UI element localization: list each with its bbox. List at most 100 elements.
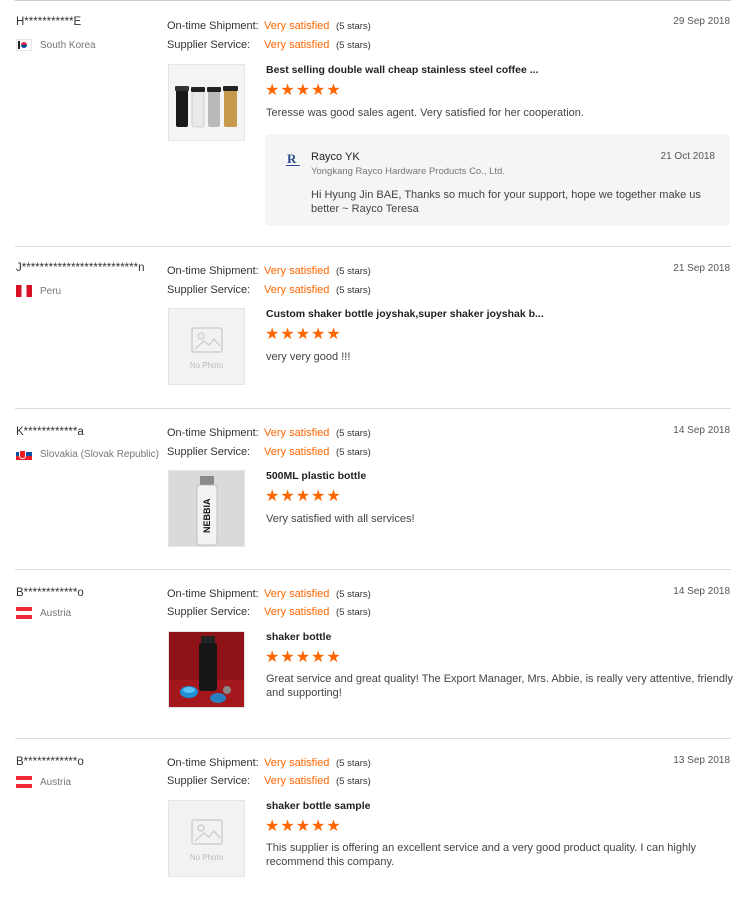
supplier-stars: (5 stars) (336, 446, 371, 458)
supplier-label: Supplier Service: (167, 284, 251, 296)
ontime-stars: (5 stars) (336, 588, 371, 600)
star-icon: ★ (265, 326, 280, 343)
review-item: J**************************n Peru On-tim… (15, 247, 731, 409)
supplier-service-rating: Supplier Service: Very satisfied (5 star… (167, 774, 371, 788)
review-item: K************a Slovakia (Slovak Republic… (15, 409, 731, 570)
review-date: 13 Sep 2018 (673, 755, 730, 766)
star-icon: ★ (265, 488, 280, 505)
star-icon: ★ (265, 818, 280, 835)
ontime-value: Very satisfied (264, 588, 330, 600)
review-rating-stars: ★ ★ ★ ★ ★ (265, 650, 341, 666)
ontime-label: On-time Shipment: (167, 757, 259, 769)
supplier-reply: R Rayco YK Yongkang Rayco Hardware Produ… (265, 134, 730, 226)
ontime-value: Very satisfied (264, 20, 330, 32)
supplier-label: Supplier Service: (167, 446, 251, 458)
review-rating-stars: ★ ★ ★ ★ ★ (265, 327, 341, 343)
supplier-stars: (5 stars) (336, 775, 371, 787)
product-title-link[interactable]: shaker bottle sample (266, 800, 370, 812)
no-photo-placeholder: No Photo (169, 309, 244, 384)
reply-company: Yongkang Rayco Hardware Products Co., Lt… (311, 166, 505, 177)
star-icon: ★ (311, 649, 326, 666)
supplier-stars: (5 stars) (336, 39, 371, 51)
star-icon: ★ (295, 649, 311, 666)
no-photo-label: No Photo (189, 853, 224, 862)
shaker-bottle-image (169, 632, 244, 707)
supplier-service-rating: Supplier Service: Very satisfied (5 star… (167, 445, 371, 459)
review-item: B************o Austria On-time Shipment:… (15, 570, 733, 739)
plastic-bottle-image: NEBBIA (169, 471, 244, 546)
star-icon: ★ (311, 818, 326, 835)
buyer-country: Peru (16, 284, 61, 298)
country-label: South Korea (40, 39, 96, 51)
product-title-link[interactable]: 500ML plastic bottle (266, 470, 366, 482)
product-thumbnail[interactable]: NEBBIA (168, 470, 245, 547)
ontime-stars: (5 stars) (336, 757, 371, 769)
star-icon: ★ (311, 82, 326, 99)
supplier-stars: (5 stars) (336, 284, 371, 296)
star-icon: ★ (265, 649, 280, 666)
supplier-service-rating: Supplier Service: Very satisfied (5 star… (167, 283, 371, 297)
image-placeholder-icon (191, 819, 223, 845)
buyer-country: Austria (16, 775, 71, 789)
star-icon: ★ (280, 326, 295, 343)
tumblers-image (169, 65, 244, 140)
ontime-shipment-rating: On-time Shipment: Very satisfied (5 star… (167, 264, 371, 278)
ontime-value: Very satisfied (264, 427, 330, 439)
ontime-label: On-time Shipment: (167, 588, 259, 600)
supplier-stars: (5 stars) (336, 606, 371, 618)
star-icon: ★ (326, 488, 341, 505)
review-comment: very very good !!! (266, 351, 351, 363)
buyer-country: Slovakia (Slovak Republic) (16, 447, 159, 461)
review-comment: Teresse was good sales agent. Very satis… (266, 107, 584, 119)
star-icon: ★ (280, 82, 295, 99)
supplier-service-rating: Supplier Service: Very satisfied (5 star… (167, 38, 371, 52)
ontime-shipment-rating: On-time Shipment: Very satisfied (5 star… (167, 426, 371, 440)
reply-author: Rayco YK (311, 151, 360, 163)
buyer-name: K************a (16, 426, 84, 438)
star-icon: ★ (265, 82, 280, 99)
review-rating-stars: ★ ★ ★ ★ ★ (265, 83, 341, 99)
product-title-link[interactable]: Best selling double wall cheap stainless… (266, 64, 539, 76)
review-date: 29 Sep 2018 (673, 16, 730, 27)
ontime-value: Very satisfied (264, 757, 330, 769)
product-thumbnail[interactable]: No Photo (168, 800, 245, 877)
ontime-label: On-time Shipment: (167, 20, 259, 32)
supplier-value: Very satisfied (264, 284, 330, 296)
review-comment: Very satisfied with all services! (266, 513, 415, 525)
image-placeholder-icon (191, 327, 223, 353)
supplier-service-rating: Supplier Service: Very satisfied (5 star… (167, 605, 371, 619)
review-comment: Great service and great quality! The Exp… (266, 673, 733, 699)
star-icon: ★ (311, 488, 326, 505)
reply-date: 21 Oct 2018 (660, 151, 715, 162)
svg-text:R: R (287, 151, 297, 166)
review-date: 14 Sep 2018 (673, 425, 730, 436)
ontime-stars: (5 stars) (336, 427, 371, 439)
supplier-label: Supplier Service: (167, 39, 251, 51)
star-icon: ★ (326, 82, 341, 99)
slovakia-flag-icon (16, 448, 32, 460)
product-title-link[interactable]: Custom shaker bottle joyshak,super shake… (266, 308, 544, 320)
review-rating-stars: ★ ★ ★ ★ ★ (265, 489, 341, 505)
country-label: Peru (40, 285, 62, 297)
star-icon: ★ (326, 649, 341, 666)
peru-flag-icon (16, 285, 32, 297)
supplier-value: Very satisfied (264, 446, 330, 458)
star-icon: ★ (295, 326, 311, 343)
star-icon: ★ (295, 818, 311, 835)
product-title-link[interactable]: shaker bottle (266, 631, 331, 643)
no-photo-label: No Photo (189, 361, 224, 370)
product-thumbnail[interactable]: No Photo (168, 308, 245, 385)
star-icon: ★ (326, 818, 341, 835)
star-icon: ★ (311, 326, 326, 343)
review-item: H***********E South Korea On-time Shipme… (15, 1, 731, 247)
supplier-label: Supplier Service: (167, 606, 251, 618)
buyer-country: South Korea (16, 38, 96, 52)
product-thumbnail[interactable] (168, 631, 245, 708)
bottle-print-text: NEBBIA (202, 498, 212, 533)
star-icon: ★ (295, 488, 311, 505)
product-thumbnail[interactable] (168, 64, 245, 141)
review-rating-stars: ★ ★ ★ ★ ★ (265, 819, 341, 835)
review-item: B************o Austria On-time Shipment:… (15, 739, 731, 889)
review-date: 14 Sep 2018 (673, 586, 730, 597)
review-date: 21 Sep 2018 (673, 263, 730, 274)
